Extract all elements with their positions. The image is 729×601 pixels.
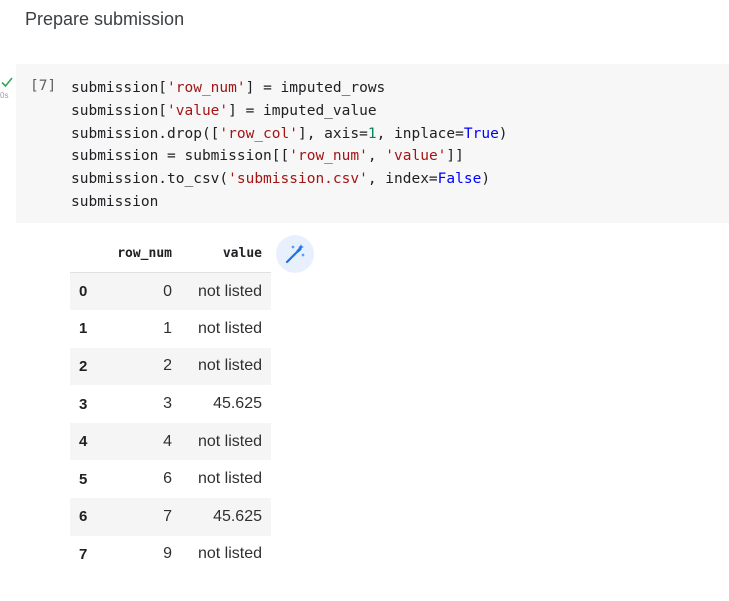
cell-row-num: 6 [163, 470, 172, 488]
run-status[interactable]: 0s [0, 76, 14, 104]
code-line: submission['value'] = imputed_value [71, 102, 377, 119]
row-index: 1 [79, 320, 88, 338]
code-line: submission [71, 193, 159, 210]
cell-value: 45.625 [213, 395, 262, 413]
cell-value: not listed [197, 545, 262, 563]
cell-value: not listed [197, 432, 262, 450]
cell-row-num: 2 [163, 357, 172, 375]
cell-row-num: 4 [163, 432, 172, 450]
row-index: 2 [79, 357, 88, 375]
table-row: 1 1 not listed [70, 310, 271, 348]
table-row: 5 6 not listed [70, 460, 271, 498]
code-cell[interactable]: [7] submission['row_num'] = imputed_rows… [16, 64, 729, 223]
execution-time: 0s [0, 91, 9, 100]
index-header [70, 234, 104, 273]
section-title: Prepare submission [25, 9, 185, 29]
cell-row-num: 1 [163, 319, 172, 337]
row-index: 3 [79, 395, 88, 413]
magic-wand-icon [285, 244, 305, 264]
column-header-value: value [188, 234, 271, 273]
cell-value: not listed [197, 357, 262, 375]
row-index: 4 [79, 433, 88, 451]
row-index: 5 [79, 470, 88, 488]
table-row: 2 2 not listed [70, 347, 271, 386]
cell-row-num: 0 [163, 282, 172, 300]
table-row: 4 4 not listed [70, 422, 271, 461]
execution-count: [7] [30, 78, 57, 94]
cell-row-num: 7 [163, 507, 172, 525]
table-row: 0 0 not listed [70, 272, 271, 311]
table-row: 3 3 45.625 [70, 385, 271, 423]
code-line: submission.drop(['row_col'], axis=1, inp… [71, 125, 508, 142]
notebook-page: Prepare submission 0s [7] submission['ro… [0, 0, 729, 601]
suggest-charts-button[interactable] [276, 235, 314, 273]
cell-value: not listed [197, 319, 262, 337]
row-index: 0 [79, 283, 88, 301]
output-dataframe: row_num value 0 0 not listed 1 1 not lis… [70, 234, 271, 573]
cell-value: not listed [197, 470, 262, 488]
row-index: 6 [79, 508, 88, 526]
cell-row-num: 3 [163, 395, 172, 413]
code-line: submission['row_num'] = imputed_rows [71, 80, 386, 96]
column-header-row-num: row_num [104, 234, 188, 273]
code-editor[interactable]: submission['row_num'] = imputed_rows sub… [71, 77, 508, 214]
code-line: submission.to_csv('submission.csv', inde… [71, 171, 491, 188]
cell-row-num: 9 [163, 545, 172, 563]
row-index: 7 [79, 545, 88, 563]
table-row: 6 7 45.625 [70, 498, 271, 536]
table-header-row: row_num value [70, 234, 271, 273]
cell-value: 45.625 [213, 507, 262, 525]
cell-value: not listed [197, 282, 262, 300]
code-line: submission = submission[['row_num', 'val… [71, 148, 464, 165]
check-icon [1, 77, 13, 88]
table-row: 7 9 not listed [70, 536, 271, 574]
